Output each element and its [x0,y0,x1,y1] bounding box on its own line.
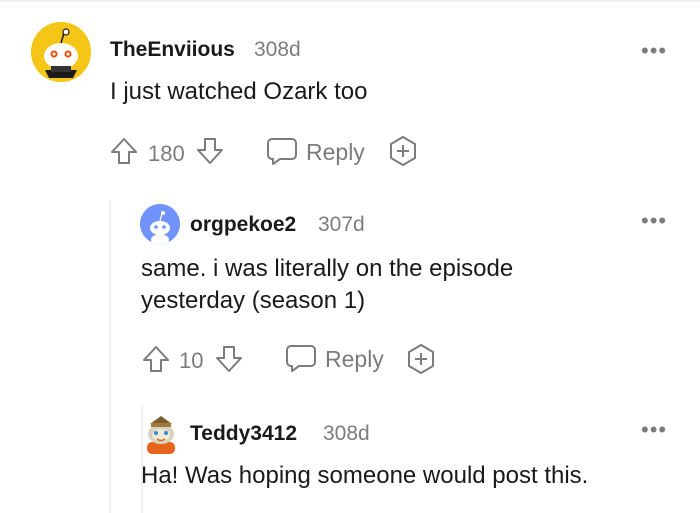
plus-award-icon[interactable] [387,135,419,167]
avatar[interactable] [140,204,180,244]
vote-score: 10 [179,348,204,373]
speech-bubble-icon[interactable] [266,136,298,166]
comment-body: I just watched Ozark too [110,78,368,105]
username[interactable]: orgpekoe2 [190,213,296,237]
comment-age: 308d [254,38,301,61]
snoo-avatar-icon [147,416,175,454]
username[interactable]: Teddy3412 [190,422,297,446]
more-options-icon[interactable]: ••• [641,419,667,441]
more-options-icon[interactable]: ••• [641,40,667,62]
vote-score: 180 [148,141,185,166]
thread-line[interactable] [109,200,111,513]
avatar[interactable] [141,412,181,454]
arrow-down-icon[interactable] [195,136,225,166]
plus-award-icon[interactable] [405,343,437,375]
comment-age: 307d [318,213,365,236]
arrow-up-icon[interactable] [109,136,139,166]
arrow-down-icon[interactable] [214,344,244,374]
comment-body-line: yesterday (season 1) [141,287,366,314]
snoo-avatar-icon [140,204,180,244]
more-options-icon[interactable]: ••• [641,210,667,232]
arrow-up-icon[interactable] [141,344,171,374]
avatar[interactable] [31,22,91,82]
username[interactable]: TheEnviious [110,38,235,62]
top-divider [0,0,700,2]
reply-button[interactable]: Reply [325,346,384,373]
comment-body-line: same. i was literally on the episode [141,255,514,282]
speech-bubble-icon[interactable] [285,343,317,373]
comment-body: Ha! Was hoping someone would post this. [141,462,589,489]
comment-age: 308d [323,422,370,445]
snoo-avatar-icon [31,22,91,82]
reply-button[interactable]: Reply [306,139,365,166]
